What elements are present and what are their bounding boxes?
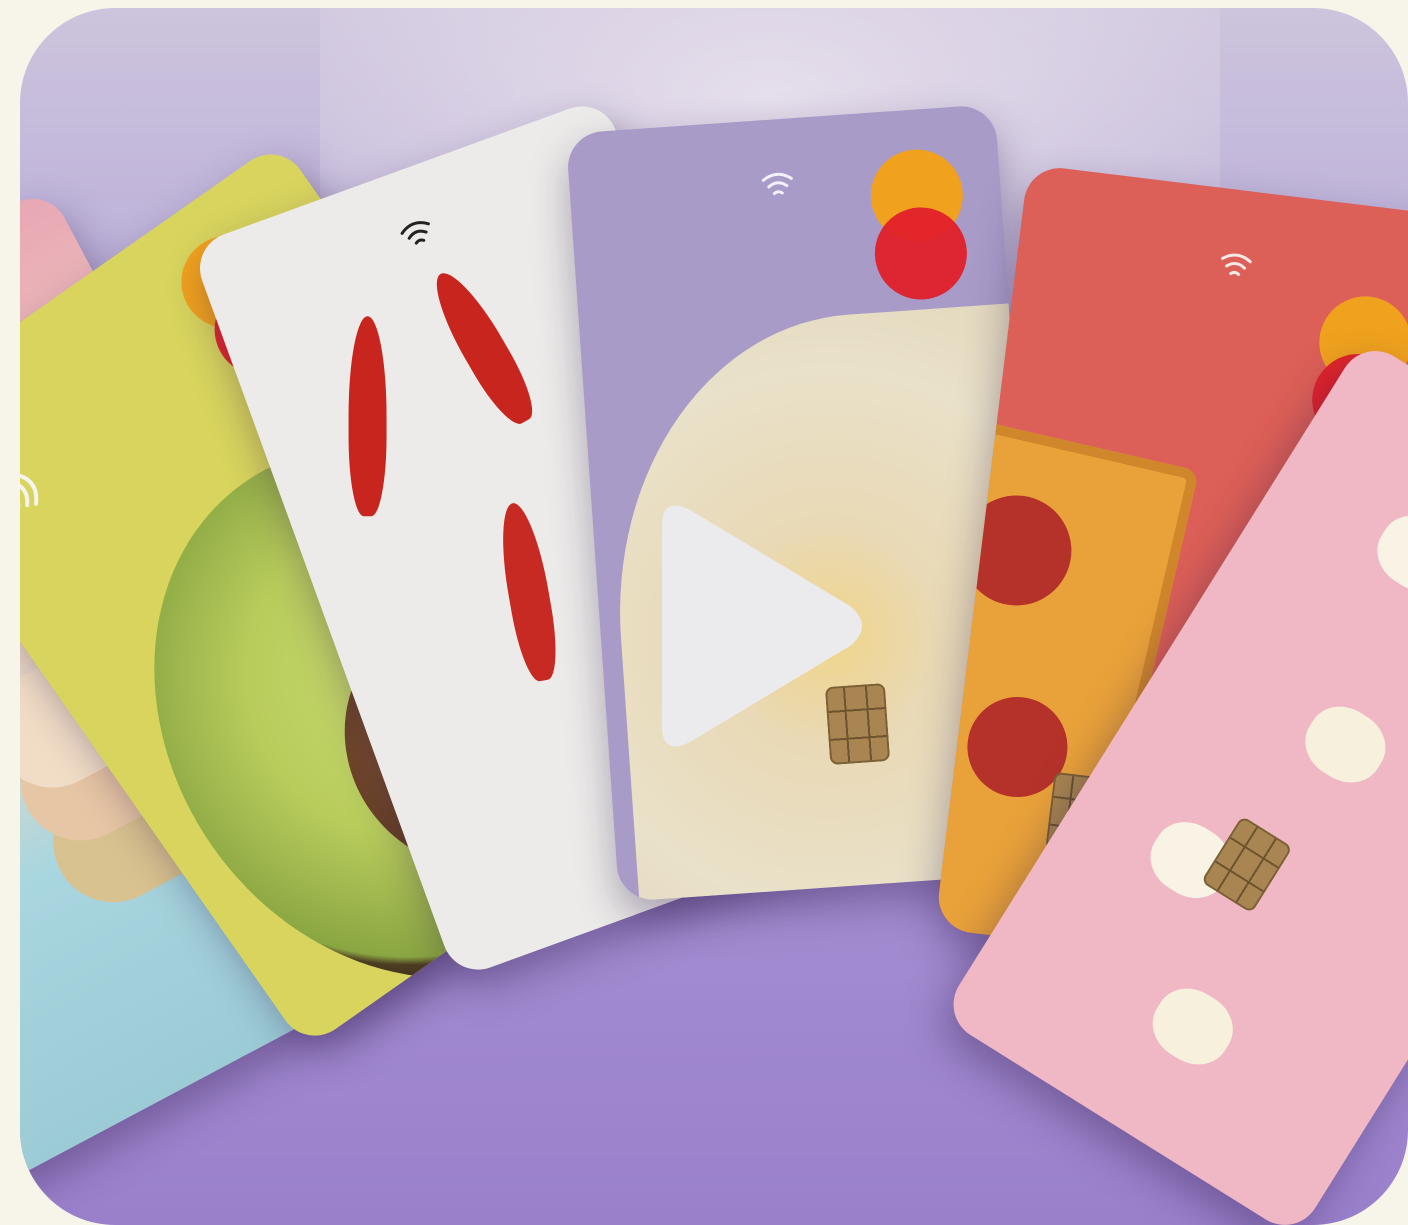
play-icon[interactable] xyxy=(642,496,872,756)
chili-pepper xyxy=(422,263,544,432)
contactless-icon xyxy=(20,472,39,509)
video-thumbnail[interactable] xyxy=(20,8,1408,1225)
mastercard-logo-icon xyxy=(867,146,970,303)
chili-pepper xyxy=(348,316,387,517)
contactless-icon xyxy=(1221,253,1252,276)
contactless-icon xyxy=(400,221,430,245)
contactless-icon xyxy=(761,172,793,196)
chip-icon xyxy=(1200,815,1293,914)
chili-pepper xyxy=(492,499,564,684)
popcorn-piece xyxy=(1364,502,1408,605)
